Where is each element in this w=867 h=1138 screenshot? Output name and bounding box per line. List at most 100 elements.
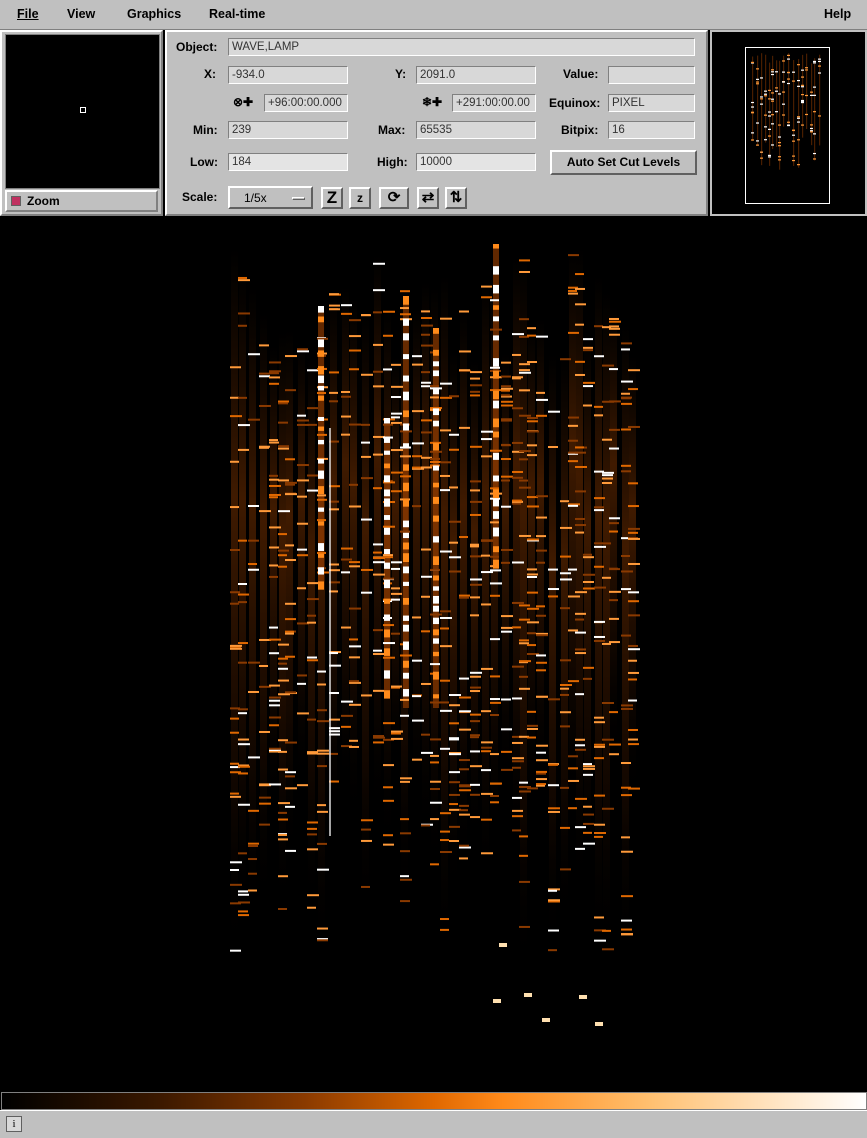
x-field[interactable]: -934.0	[228, 66, 348, 84]
colorbar[interactable]	[1, 1092, 867, 1110]
emission-line	[341, 571, 350, 574]
menu-realtime[interactable]: Real-time	[209, 7, 265, 21]
emission-line	[449, 781, 460, 784]
bitpix-field[interactable]: 16	[608, 121, 695, 139]
equinox-field[interactable]: PIXEL	[608, 94, 695, 112]
auto-set-cut-levels-button[interactable]: Auto Set Cut Levels	[550, 150, 697, 175]
emission-line	[269, 439, 278, 442]
menu-view[interactable]: View	[67, 7, 95, 21]
bright-line	[403, 597, 409, 605]
emission-line	[594, 745, 605, 748]
panner-column	[806, 53, 808, 130]
panner-line	[782, 71, 785, 73]
panner-thumbnail	[751, 53, 821, 170]
zoom-in-button[interactable]: Z	[321, 187, 343, 209]
emission-line	[248, 842, 259, 845]
zoom-out-icon: z	[357, 191, 363, 205]
emission-line	[361, 441, 370, 444]
emission-line	[421, 733, 430, 736]
panner-view[interactable]	[745, 47, 830, 204]
emission-line	[527, 724, 538, 727]
emission-line	[440, 747, 450, 750]
emission-line	[278, 657, 288, 660]
emission-line	[373, 311, 382, 314]
emission-line	[412, 505, 421, 508]
emission-line	[278, 565, 287, 568]
bright-line	[493, 546, 499, 553]
emission-line	[278, 554, 287, 557]
emission-line	[470, 480, 481, 483]
emission-line	[470, 390, 480, 393]
emission-line	[307, 369, 318, 372]
emission-line	[248, 539, 259, 542]
value-field[interactable]	[608, 66, 695, 84]
emission-line	[459, 789, 471, 792]
emission-line	[269, 626, 278, 629]
emission-line	[609, 522, 619, 525]
menu-graphics[interactable]: Graphics	[127, 7, 181, 21]
zoom-toggle[interactable]: Zoom	[5, 190, 158, 212]
emission-line	[349, 423, 361, 426]
emission-line	[583, 573, 595, 576]
bright-line	[318, 385, 324, 391]
panner-line	[805, 113, 808, 116]
min-field[interactable]: 239	[228, 121, 348, 139]
dec-field[interactable]: +291:00:00.00	[452, 94, 536, 112]
low-cut-input[interactable]: 184	[228, 153, 348, 171]
emission-line	[230, 869, 239, 872]
emission-line	[470, 736, 479, 739]
emission-line	[341, 725, 351, 728]
y-field[interactable]: 2091.0	[416, 66, 536, 84]
emission-line	[519, 414, 531, 417]
emission-line	[536, 770, 547, 773]
info-icon[interactable]: i	[6, 1116, 22, 1132]
emission-line	[307, 582, 319, 585]
emission-line	[449, 556, 461, 559]
flip-x-button[interactable]: ⇄	[417, 187, 439, 209]
emission-line	[391, 737, 403, 740]
emission-line	[430, 780, 441, 783]
menu-file-label: File	[17, 7, 39, 21]
emission-line	[373, 370, 383, 373]
emission-line	[628, 531, 638, 534]
bright-spot	[542, 1018, 550, 1022]
zoom-checkbox[interactable]	[11, 196, 21, 206]
emission-line	[230, 883, 242, 886]
rotate-button[interactable]: ⟳	[379, 187, 409, 209]
emission-line	[400, 878, 412, 881]
emission-line	[628, 699, 637, 702]
flip-y-button[interactable]: ⇅	[445, 187, 467, 209]
menu-file[interactable]: File	[17, 7, 39, 21]
emission-line	[248, 858, 257, 861]
emission-line	[383, 834, 393, 837]
panner-line	[782, 91, 785, 93]
bright-line	[384, 579, 390, 589]
emission-line	[297, 350, 309, 353]
emission-line	[349, 319, 361, 322]
object-field[interactable]: WAVE,LAMP	[228, 38, 695, 56]
emission-line	[621, 707, 633, 710]
emission-line	[421, 310, 430, 313]
menu-help[interactable]: Help	[824, 7, 851, 21]
bright-line	[384, 418, 390, 424]
zoom-window[interactable]	[5, 34, 160, 189]
bright-line	[318, 339, 324, 348]
emission-line	[512, 407, 523, 410]
emission-line	[459, 677, 469, 680]
panner-line	[751, 132, 754, 134]
emission-line	[421, 466, 432, 469]
emission-line	[269, 546, 279, 549]
zoom-out-button[interactable]: z	[349, 187, 371, 209]
high-cut-input[interactable]: 10000	[416, 153, 536, 171]
emission-line	[628, 659, 637, 662]
max-field[interactable]: 65535	[416, 121, 536, 139]
bright-line	[493, 370, 499, 379]
panner-line	[775, 87, 778, 89]
scale-menu[interactable]: 1/5x	[228, 186, 313, 209]
bright-line	[493, 390, 499, 400]
panner-line	[801, 101, 804, 104]
image-canvas[interactable]	[0, 218, 867, 1090]
emission-line	[269, 441, 279, 444]
ra-field[interactable]: +96:00:00.000	[264, 94, 348, 112]
emission-line	[536, 398, 548, 401]
